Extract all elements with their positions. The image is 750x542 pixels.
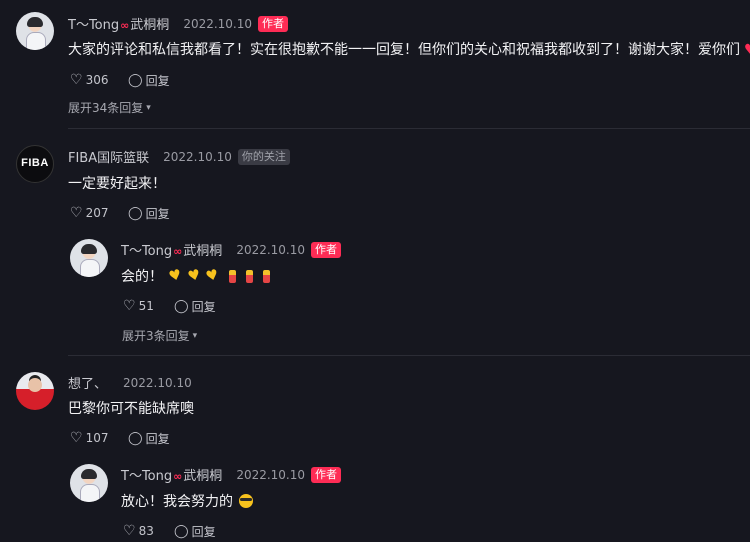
comment-bubble-icon: ◯ [174, 524, 189, 539]
reply-label: 回复 [191, 300, 216, 314]
comment-text: 一定要好起来！ [68, 176, 166, 192]
infinity-icon: ∞ [173, 245, 183, 258]
comment-header: 想了、 2022.10.10 [68, 373, 192, 393]
sunglasses-face-emoji [239, 494, 253, 508]
divider [68, 355, 750, 356]
username[interactable]: T～Tong∞武桐桐 [121, 240, 222, 259]
like-count: 306 [85, 73, 109, 87]
comment-date: 2022.10.10 [123, 375, 192, 390]
comment-date: 2022.10.10 [163, 149, 232, 164]
reply-button[interactable]: ◯ 回复 [128, 72, 170, 89]
like-count: 51 [138, 299, 154, 313]
like-button[interactable]: ♡ 306 [70, 72, 108, 88]
chevron-down-icon: ▾ [146, 102, 151, 113]
reply-text: 放心！我会努力的 [121, 491, 253, 511]
comment-date: 2022.10.10 [236, 467, 306, 482]
like-count: 207 [85, 206, 109, 220]
author-badge: 作者 [258, 15, 289, 32]
like-button[interactable]: ♡ 83 [123, 523, 154, 539]
reply-header: T～Tong∞武桐桐 2022.10.10 作者 [121, 465, 342, 484]
author-badge: 作者 [311, 466, 342, 483]
username[interactable]: T～Tong∞武桐桐 [121, 465, 222, 484]
reply-button[interactable]: ◯ 回复 [128, 430, 170, 447]
red-heart-emoji: ♥ [744, 42, 750, 58]
comment-bubble-icon: ◯ [128, 206, 143, 221]
heart-outline-icon: ♡ [123, 298, 136, 314]
expand-replies-button[interactable]: 展开3条回复 ▾ [122, 327, 197, 344]
expand-replies-button[interactable]: 展开34条回复 ▾ [68, 99, 151, 116]
comment-date: 2022.10.10 [236, 242, 306, 257]
heart-outline-icon: ♡ [70, 205, 83, 221]
heart-outline-icon: ♡ [70, 430, 83, 446]
bottle-emoji [228, 269, 236, 283]
avatar[interactable] [16, 372, 54, 410]
expand-replies-label: 展开34条回复 [68, 101, 144, 115]
avatar[interactable] [16, 12, 54, 50]
avatar[interactable] [70, 464, 108, 502]
reply-text: 会的！ ♥ ♥ ♥ [121, 266, 270, 286]
comment-date: 2022.10.10 [183, 16, 253, 31]
like-count: 107 [85, 431, 109, 445]
avatar[interactable]: FIBA [16, 145, 54, 183]
comment-header: FIBA国际篮联 2022.10.10 你的关注 [68, 147, 290, 166]
comment-header: T～Tong∞武桐桐 2022.10.10 作者 [68, 14, 289, 33]
infinity-icon: ∞ [120, 19, 130, 32]
reply-button[interactable]: ◯ 回复 [174, 298, 216, 315]
expand-replies-label: 展开3条回复 [122, 329, 190, 343]
yellow-heart-emoji: ♥ [204, 266, 221, 286]
reply-label: 回复 [145, 74, 170, 88]
bottle-emoji [245, 269, 253, 283]
comment-bubble-icon: ◯ [174, 299, 189, 314]
reply-label: 回复 [145, 207, 170, 221]
heart-outline-icon: ♡ [123, 523, 136, 539]
yellow-heart-emoji: ♥ [185, 266, 202, 286]
username[interactable]: 想了、 [68, 373, 107, 392]
reply-header: T～Tong∞武桐桐 2022.10.10 作者 [121, 240, 342, 259]
avatar[interactable] [70, 239, 108, 277]
like-button[interactable]: ♡ 51 [123, 298, 154, 314]
divider [68, 128, 750, 129]
comment-bubble-icon: ◯ [128, 73, 143, 88]
chevron-down-icon: ▾ [192, 330, 198, 341]
comment-text: 大家的评论和私信我都看了！实在很抱歉不能一一回复！但你们的关心和祝福我都收到了！… [68, 39, 750, 59]
fiba-logo: FIBA [21, 157, 49, 169]
username[interactable]: FIBA国际篮联 [68, 147, 149, 166]
comment-text: 巴黎你可不能缺席噢 [68, 401, 194, 417]
username[interactable]: T～Tong∞武桐桐 [68, 14, 169, 33]
like-button[interactable]: ♡ 107 [70, 430, 108, 446]
following-badge: 你的关注 [237, 148, 290, 165]
heart-outline-icon: ♡ [70, 72, 83, 88]
reply-button[interactable]: ◯ 回复 [174, 523, 216, 540]
like-count: 83 [138, 524, 154, 538]
yellow-heart-emoji: ♥ [167, 266, 184, 286]
bottle-emoji [262, 269, 270, 283]
infinity-icon: ∞ [173, 470, 183, 483]
comment-bubble-icon: ◯ [128, 431, 143, 446]
reply-label: 回复 [145, 432, 170, 446]
reply-button[interactable]: ◯ 回复 [128, 205, 170, 222]
like-button[interactable]: ♡ 207 [70, 205, 108, 221]
author-badge: 作者 [311, 241, 342, 258]
reply-label: 回复 [191, 525, 216, 539]
